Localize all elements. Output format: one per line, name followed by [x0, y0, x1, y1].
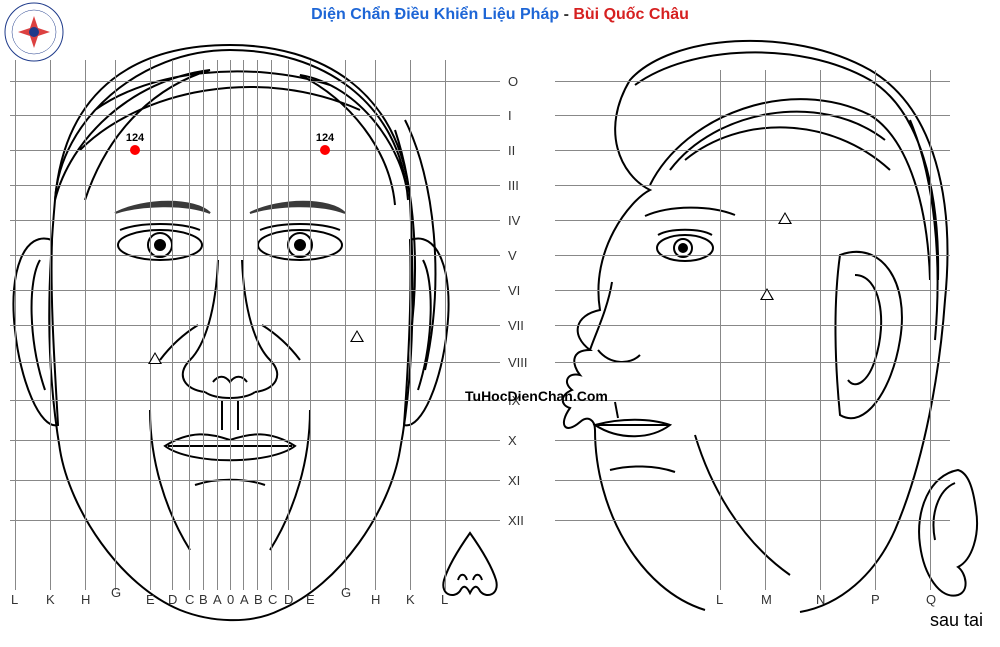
behind-ear-illustration: [910, 465, 990, 605]
point-124-right: [320, 145, 330, 155]
watermark-text: TuHocDienChan.Com: [465, 388, 608, 404]
col-label-D-r: D: [284, 592, 293, 607]
row-label-XI: XI: [508, 473, 520, 488]
triangle-marker-icon: [148, 352, 162, 364]
triangle-marker-icon: [760, 288, 774, 300]
col-label-D-l: D: [168, 592, 177, 607]
row-label-XII: XII: [508, 513, 524, 528]
triangle-marker-icon: [350, 330, 364, 342]
point-124-left-label: 124: [126, 132, 144, 144]
row-label-O: O: [508, 74, 518, 89]
title-method: Diện Chẩn Điều Khiển Liệu Pháp: [311, 6, 559, 23]
col-label-G-r: G: [341, 585, 351, 600]
title-author: Bùi Quốc Châu: [573, 6, 689, 23]
point-124-left: [130, 145, 140, 155]
row-label-V: V: [508, 248, 517, 263]
row-label-VIII: VIII: [508, 355, 528, 370]
side-face-illustration: [540, 30, 960, 630]
col-label-C-l: C: [185, 592, 194, 607]
behind-ear-label: sau tai: [930, 610, 983, 631]
diagram-stage: O I II III IV V VI VII VIII IX X XI XII …: [0, 30, 1000, 647]
col-label-A-l: A: [213, 592, 222, 607]
front-face-illustration: [0, 30, 500, 630]
side-col-P: P: [871, 592, 880, 607]
col-label-K-r: K: [406, 592, 415, 607]
col-label-L-r: L: [441, 592, 448, 607]
triangle-marker-icon: [778, 212, 792, 224]
col-label-K-l: K: [46, 592, 55, 607]
row-label-III: III: [508, 178, 519, 193]
col-label-0: 0: [227, 592, 234, 607]
col-label-C-r: C: [268, 592, 277, 607]
row-label-VII: VII: [508, 318, 524, 333]
row-label-X: X: [508, 433, 517, 448]
col-label-E-r: E: [306, 592, 315, 607]
page-title: Diện Chẩn Điều Khiển Liệu Pháp - Bùi Quố…: [0, 6, 1000, 24]
row-label-IV: IV: [508, 213, 520, 228]
row-label-I: I: [508, 108, 512, 123]
col-label-B-r: B: [254, 592, 263, 607]
col-label-E-l: E: [146, 592, 155, 607]
side-col-Q: Q: [926, 592, 936, 607]
col-label-A-r: A: [240, 592, 249, 607]
side-col-M: M: [761, 592, 772, 607]
col-label-H-r: H: [371, 592, 380, 607]
point-124-right-label: 124: [316, 132, 334, 144]
row-label-II: II: [508, 143, 515, 158]
side-col-L: L: [716, 592, 723, 607]
col-label-H-l: H: [81, 592, 90, 607]
title-separator: -: [559, 6, 573, 23]
row-label-VI: VI: [508, 283, 520, 298]
col-label-B-l: B: [199, 592, 208, 607]
side-col-N: N: [816, 592, 825, 607]
col-label-L-l: L: [11, 592, 18, 607]
col-label-G-l: G: [111, 585, 121, 600]
